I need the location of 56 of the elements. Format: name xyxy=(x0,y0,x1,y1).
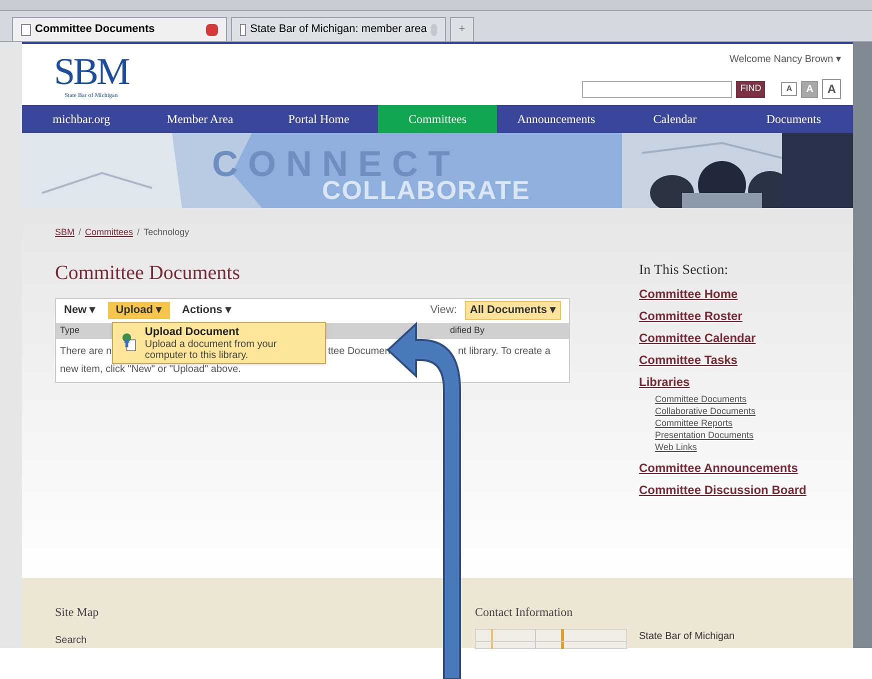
empty-message: new item, click "New" or "Upload" above. xyxy=(60,362,241,376)
section-link[interactable]: Committee Roster xyxy=(639,305,742,327)
nav-item[interactable]: Calendar xyxy=(616,105,734,133)
section-link[interactable]: Libraries xyxy=(639,371,690,393)
nav-item[interactable]: michbar.org xyxy=(22,105,141,133)
nav-item[interactable]: Member Area xyxy=(140,105,260,133)
library-link[interactable]: Committee Documents xyxy=(655,393,747,405)
upload-menu[interactable]: Upload ▾ xyxy=(108,302,170,319)
section-link[interactable]: Committee Home xyxy=(639,283,738,305)
tab-title: State Bar of Michigan: member area xyxy=(250,22,427,38)
actions-menu[interactable]: Actions ▾ xyxy=(182,302,232,319)
section-link[interactable]: Committee Announcements xyxy=(639,457,798,479)
find-button[interactable]: FIND xyxy=(736,80,766,98)
footer-heading: Site Map xyxy=(55,604,100,621)
footer-heading: Contact Information xyxy=(475,604,574,621)
empty-message: ttee Documen xyxy=(328,346,390,356)
section-link[interactable]: Committee Tasks xyxy=(639,349,738,371)
empty-message: There are n xyxy=(60,346,112,356)
logo: SBM xyxy=(54,52,128,92)
welcome-menu[interactable]: Welcome Nancy Brown ▾ xyxy=(729,52,841,67)
page-icon xyxy=(21,24,31,36)
nav-item[interactable]: Documents xyxy=(734,105,854,133)
page-title: Committee Documents xyxy=(55,260,241,286)
breadcrumb-separator: / xyxy=(78,226,82,239)
new-menu[interactable]: New ▾ xyxy=(64,302,96,319)
nav-item[interactable]: Announcements xyxy=(496,105,616,133)
upload-dropdown[interactable]: Upload Document Upload a document from your computer to this library. xyxy=(112,322,326,364)
menu-item-title: Upload Document xyxy=(144,324,240,338)
breadcrumb-current: Technology xyxy=(144,226,190,239)
breadcrumb-link[interactable]: Committees xyxy=(85,226,134,240)
browser-tab[interactable]: State Bar of Michigan: member area xyxy=(231,17,446,41)
library-link[interactable]: Presentation Documents xyxy=(655,429,754,441)
section-link[interactable]: Committee Discussion Board xyxy=(639,479,806,501)
column-header: Type xyxy=(60,324,80,335)
contact-address: State Bar of Michigan xyxy=(639,630,735,644)
search-field[interactable] xyxy=(582,80,732,98)
menu-item-description: Upload a document from your computer to this library. xyxy=(144,338,278,360)
empty-message: nt library. To create a xyxy=(458,344,550,358)
browser-tab[interactable]: Committee Documents xyxy=(12,17,227,41)
section-link[interactable]: Committee Calendar xyxy=(639,327,756,349)
text-size-button[interactable]: A xyxy=(781,82,798,96)
nav-item[interactable]: Portal Home xyxy=(259,105,378,133)
page-icon xyxy=(240,24,246,36)
text-size-button[interactable]: A xyxy=(822,79,841,99)
footer-link[interactable]: Search xyxy=(55,633,87,648)
breadcrumb-link[interactable]: SBM xyxy=(55,226,75,240)
close-icon[interactable] xyxy=(206,24,218,36)
column-header: dified By xyxy=(450,324,485,337)
section-heading: In This Section: xyxy=(639,262,730,280)
library-link[interactable]: Collaborative Documents xyxy=(655,405,756,417)
tab-title: Committee Documents xyxy=(35,22,156,38)
breadcrumb-separator: / xyxy=(137,226,140,239)
library-link[interactable]: Web Links xyxy=(655,441,697,453)
view-label: View: xyxy=(430,303,457,318)
library-link[interactable]: Committee Reports xyxy=(655,417,733,429)
view-selector[interactable]: All Documents ▾ xyxy=(464,301,561,320)
